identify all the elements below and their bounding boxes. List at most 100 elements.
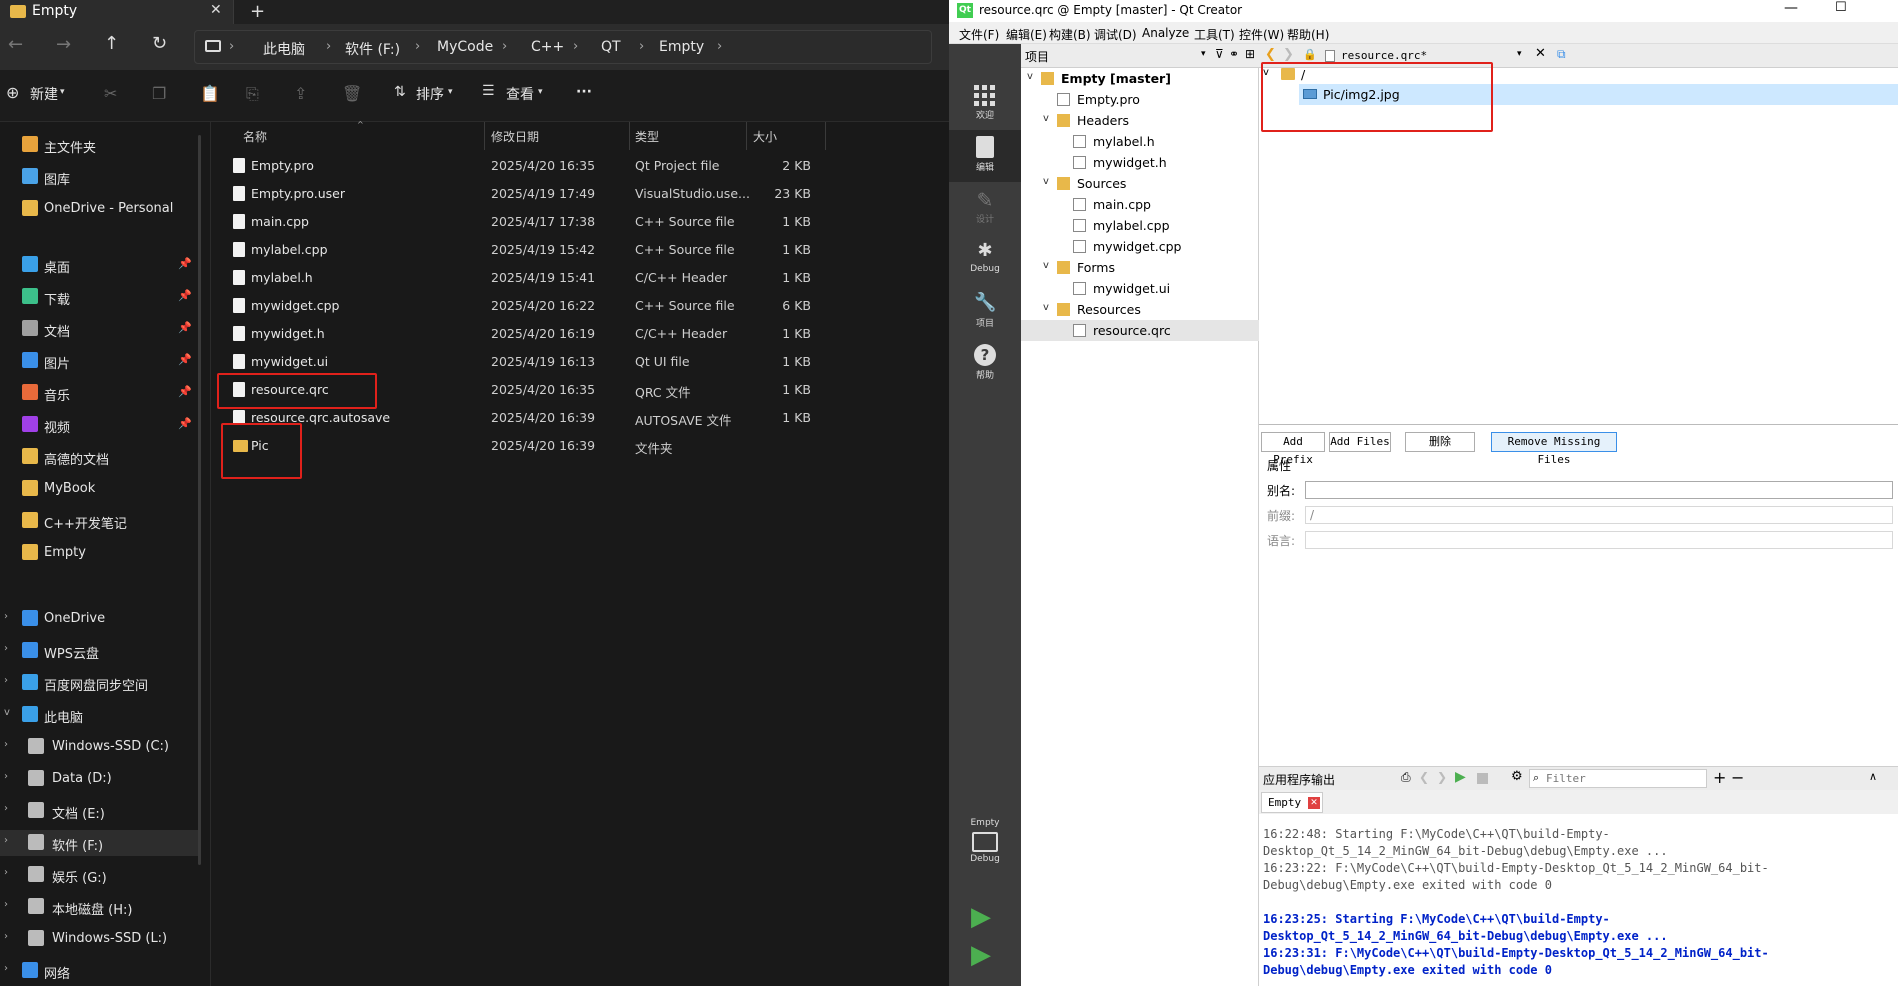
filter-field[interactable]: ⌕ bbox=[1529, 769, 1707, 788]
minimize-icon[interactable]: — bbox=[1784, 0, 1798, 16]
run-icon[interactable]: ▶ bbox=[1455, 769, 1466, 785]
mode-debug[interactable]: ✱ Debug bbox=[949, 234, 1021, 286]
sidebar-item[interactable]: 图片 📌 bbox=[0, 348, 200, 374]
expand-arrow-icon[interactable]: v bbox=[4, 707, 10, 718]
sidebar-item[interactable]: › 娱乐 (G:) bbox=[0, 862, 200, 888]
expand-arrow-icon[interactable]: v bbox=[1043, 260, 1049, 271]
sidebar-item[interactable]: 下载 📌 bbox=[0, 284, 200, 310]
close-icon[interactable]: ✕ bbox=[1308, 797, 1320, 809]
expand-arrow-icon[interactable]: › bbox=[4, 963, 8, 974]
chevron-down-icon[interactable]: ▾ bbox=[1201, 49, 1206, 59]
sidebar-item[interactable]: 主文件夹 bbox=[0, 132, 200, 158]
project-tree-item[interactable]: mywidget.ui bbox=[1021, 278, 1259, 299]
stop-icon[interactable] bbox=[1477, 773, 1488, 784]
project-panel-title[interactable]: 项目 bbox=[1025, 48, 1049, 65]
sidebar-item[interactable]: 音乐 📌 bbox=[0, 380, 200, 406]
mode-help[interactable]: ? 帮助 bbox=[949, 338, 1021, 390]
sidebar-item[interactable]: C++开发笔记 bbox=[0, 508, 200, 534]
file-row[interactable]: mywidget.ui 2025/4/19 16:13 Qt UI file 1 KB bbox=[211, 348, 831, 376]
run-icon[interactable]: ▶ bbox=[971, 902, 991, 932]
next-icon[interactable]: ❯ bbox=[1437, 770, 1447, 784]
project-tree-item[interactable]: v Headers bbox=[1021, 110, 1259, 131]
share-icon[interactable]: ⇪ bbox=[294, 84, 307, 103]
link-icon[interactable]: ⚭ bbox=[1229, 47, 1239, 61]
expand-arrow-icon[interactable]: v bbox=[1043, 302, 1049, 313]
expand-arrow-icon[interactable]: › bbox=[4, 899, 8, 910]
mode-edit[interactable]: 编辑 bbox=[949, 130, 1021, 182]
view-button[interactable]: 查看 bbox=[506, 84, 534, 104]
breadcrumb-item[interactable]: Empty bbox=[659, 39, 704, 55]
cut-icon[interactable]: ✂ bbox=[104, 84, 117, 103]
add-files-button[interactable]: Add Files bbox=[1329, 432, 1391, 452]
address-bar[interactable]: › 此电脑 › 软件 (F:) › MyCode › C++ › QT › Em… bbox=[194, 30, 932, 64]
column-type[interactable]: 类型 bbox=[635, 128, 659, 145]
language-input[interactable] bbox=[1305, 531, 1893, 549]
menu-item[interactable]: Analyze bbox=[1142, 26, 1189, 40]
project-tree-item[interactable]: main.cpp bbox=[1021, 194, 1259, 215]
delete-button[interactable]: 删除 bbox=[1405, 432, 1475, 452]
expand-arrow-icon[interactable]: v bbox=[1027, 71, 1033, 82]
project-tree-item[interactable]: mywidget.h bbox=[1021, 152, 1259, 173]
column-date[interactable]: 修改日期 bbox=[491, 128, 539, 145]
sidebar-item[interactable]: Empty bbox=[0, 540, 200, 566]
menu-item[interactable]: 帮助(H) bbox=[1287, 26, 1329, 43]
project-tree-item[interactable]: v Sources bbox=[1021, 173, 1259, 194]
column-name[interactable]: 名称 bbox=[243, 128, 267, 145]
copy-icon[interactable]: ❐ bbox=[152, 84, 166, 103]
settings-icon[interactable]: ⚙ bbox=[1511, 769, 1523, 784]
sidebar-item[interactable]: › 本地磁盘 (H:) bbox=[0, 894, 200, 920]
expand-arrow-icon[interactable]: › bbox=[4, 643, 8, 654]
filter-icon[interactable]: ⊽ bbox=[1215, 47, 1224, 61]
menu-item[interactable]: 构建(B) bbox=[1049, 26, 1091, 43]
expand-arrow-icon[interactable]: › bbox=[4, 803, 8, 814]
breadcrumb-item[interactable]: QT bbox=[601, 39, 621, 55]
maximize-icon[interactable]: ☐ bbox=[1835, 0, 1847, 15]
project-tree-item[interactable]: mywidget.cpp bbox=[1021, 236, 1259, 257]
file-row[interactable]: Empty.pro 2025/4/20 16:35 Qt Project file 2… bbox=[211, 152, 831, 180]
sidebar-item[interactable]: › 软件 (F:) bbox=[0, 830, 200, 856]
refresh-icon[interactable]: ↻ bbox=[152, 33, 167, 54]
delete-icon[interactable]: 🗑 bbox=[342, 84, 362, 103]
new-button[interactable]: 新建 bbox=[30, 84, 58, 104]
kit-selector[interactable]: Empty Debug bbox=[949, 816, 1021, 896]
expand-arrow-icon[interactable]: v bbox=[1043, 176, 1049, 187]
column-size[interactable]: 大小 bbox=[753, 128, 777, 145]
mode-design[interactable]: ✎ 设计 bbox=[949, 182, 1021, 234]
file-row[interactable]: mywidget.cpp 2025/4/20 16:22 C++ Source fi… bbox=[211, 292, 831, 320]
back-icon[interactable]: ❮ bbox=[1265, 47, 1276, 62]
menu-item[interactable]: 控件(W) bbox=[1239, 26, 1284, 43]
menu-item[interactable]: 调试(D) bbox=[1094, 26, 1137, 43]
paste-icon[interactable]: 📋 bbox=[200, 84, 220, 103]
project-tree-item[interactable]: Empty.pro bbox=[1021, 89, 1259, 110]
up-icon[interactable]: ↑ bbox=[104, 33, 119, 54]
back-icon[interactable]: ← bbox=[8, 34, 23, 55]
breadcrumb-item[interactable]: 此电脑 bbox=[263, 39, 305, 59]
more-button[interactable]: ··· bbox=[576, 84, 592, 100]
plus-icon[interactable]: + bbox=[1713, 768, 1726, 787]
sidebar-item[interactable]: 文档 📌 bbox=[0, 316, 200, 342]
mode-projects[interactable]: 🔧 项目 bbox=[949, 286, 1021, 338]
editor-tab-label[interactable]: resource.qrc* bbox=[1341, 49, 1427, 62]
file-row[interactable]: mywidget.h 2025/4/20 16:19 C/C++ Header 1 K… bbox=[211, 320, 831, 348]
sidebar-item[interactable]: › 网络 bbox=[0, 958, 200, 984]
sidebar-item[interactable]: OneDrive - Personal bbox=[0, 196, 200, 222]
expand-arrow-icon[interactable]: › bbox=[4, 771, 8, 782]
mode-welcome[interactable]: 欢迎 bbox=[949, 78, 1021, 130]
project-tree-item[interactable]: v Empty [master] bbox=[1021, 68, 1259, 89]
expand-arrow-icon[interactable]: v bbox=[1043, 113, 1049, 124]
menu-item[interactable]: 编辑(E) bbox=[1006, 26, 1047, 43]
breadcrumb-item[interactable]: C++ bbox=[531, 39, 564, 55]
sidebar-scrollbar[interactable] bbox=[198, 135, 201, 865]
minus-icon[interactable]: − bbox=[1731, 768, 1744, 787]
prefix-input[interactable]: / bbox=[1305, 506, 1893, 524]
sidebar-item[interactable]: 图库 bbox=[0, 164, 200, 190]
add-prefix-button[interactable]: Add Prefix bbox=[1261, 432, 1325, 466]
file-row[interactable]: main.cpp 2025/4/17 17:38 C++ Source file 1 … bbox=[211, 208, 831, 236]
sidebar-item[interactable]: › Windows-SSD (L:) bbox=[0, 926, 200, 952]
menu-item[interactable]: 工具(T) bbox=[1194, 26, 1235, 43]
prev-icon[interactable]: ❮ bbox=[1419, 770, 1429, 784]
sidebar-item[interactable]: › OneDrive bbox=[0, 606, 200, 632]
sidebar-item[interactable]: › Windows-SSD (C:) bbox=[0, 734, 200, 760]
alias-input[interactable] bbox=[1305, 481, 1893, 499]
file-row[interactable]: mylabel.h 2025/4/19 15:41 C/C++ Header 1 KB bbox=[211, 264, 831, 292]
